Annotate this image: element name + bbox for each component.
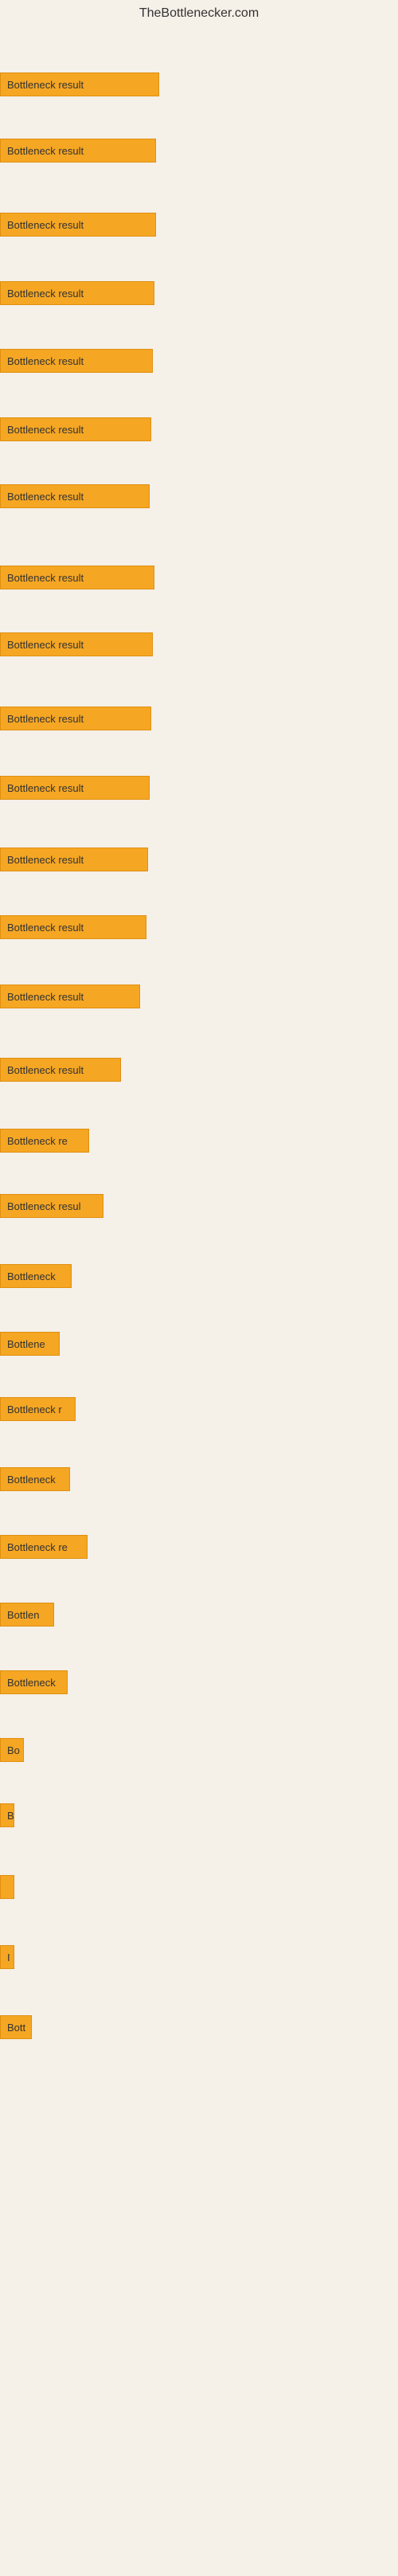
bottleneck-result-item[interactable]: Bottleneck result bbox=[0, 776, 150, 800]
bottleneck-result-item[interactable]: Bottleneck result bbox=[0, 417, 151, 441]
bottleneck-result-item[interactable]: Bottleneck result bbox=[0, 281, 154, 305]
bottleneck-result-item[interactable]: Bottleneck re bbox=[0, 1129, 89, 1153]
bottleneck-result-item[interactable]: Bo bbox=[0, 1738, 24, 1762]
bottleneck-result-item[interactable]: Bottleneck re bbox=[0, 1535, 88, 1559]
bottleneck-result-item[interactable]: Bottleneck result bbox=[0, 213, 156, 237]
bottleneck-result-item[interactable]: Bottleneck result bbox=[0, 632, 153, 656]
bottleneck-result-item[interactable]: Bottleneck result bbox=[0, 72, 159, 96]
bottleneck-result-item[interactable]: Bottleneck result bbox=[0, 707, 151, 730]
bottleneck-result-item[interactable]: Bottleneck bbox=[0, 1670, 68, 1694]
bottleneck-result-item[interactable]: Bottlene bbox=[0, 1332, 60, 1356]
bottleneck-result-item[interactable] bbox=[0, 1875, 14, 1899]
bottleneck-result-item[interactable]: Bottleneck bbox=[0, 1264, 72, 1288]
bottleneck-result-item[interactable]: Bottleneck result bbox=[0, 484, 150, 508]
bottleneck-result-item[interactable]: Bottlen bbox=[0, 1603, 54, 1627]
bottleneck-container: Bottleneck result Bottleneck result Bottle… bbox=[0, 27, 398, 2576]
bottleneck-result-item[interactable]: Bottleneck resul bbox=[0, 1194, 103, 1218]
bottleneck-result-item[interactable]: Bott bbox=[0, 2015, 32, 2039]
bottleneck-result-item[interactable]: Bottleneck result bbox=[0, 985, 140, 1008]
bottleneck-result-item[interactable]: Bottleneck result bbox=[0, 139, 156, 162]
bottleneck-result-item[interactable]: Bottleneck result bbox=[0, 349, 153, 373]
bottleneck-result-item[interactable]: Bottleneck result bbox=[0, 848, 148, 871]
bottleneck-result-item[interactable]: I bbox=[0, 1945, 14, 1969]
bottleneck-result-item[interactable]: Bottleneck bbox=[0, 1467, 70, 1491]
bottleneck-result-item[interactable]: B bbox=[0, 1803, 14, 1827]
bottleneck-result-item[interactable]: Bottleneck result bbox=[0, 1058, 121, 1082]
bottleneck-result-item[interactable]: Bottleneck r bbox=[0, 1397, 76, 1421]
bottleneck-result-item[interactable]: Bottleneck result bbox=[0, 566, 154, 589]
site-title: TheBottlenecker.com bbox=[0, 0, 398, 27]
bottleneck-result-item[interactable]: Bottleneck result bbox=[0, 915, 146, 939]
